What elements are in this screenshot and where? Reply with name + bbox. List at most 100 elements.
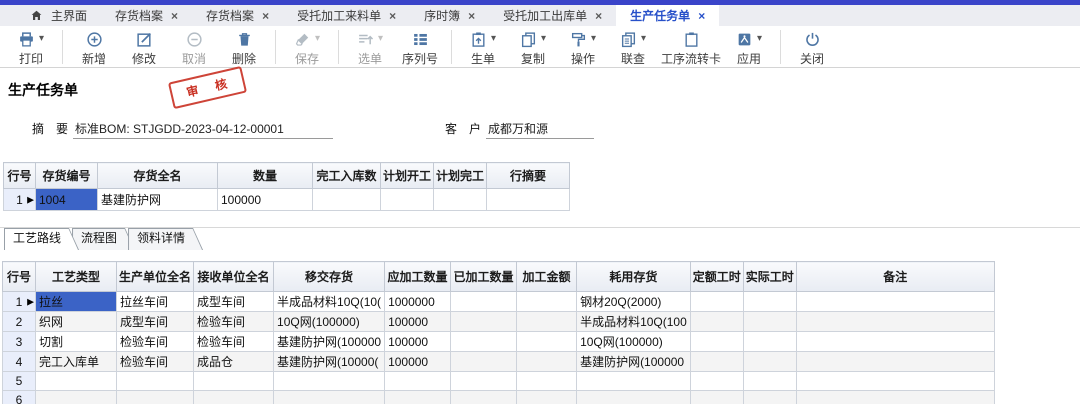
grid-cell[interactable] bbox=[117, 372, 194, 391]
grid-cell[interactable]: 100000 bbox=[385, 352, 451, 372]
toolbar-button-edit[interactable]: 修改 bbox=[119, 27, 169, 67]
toolbar-button-generate-doc[interactable]: ▾生单 bbox=[458, 27, 508, 67]
grid-cell[interactable]: 100000 bbox=[385, 332, 451, 352]
row-number-cell[interactable]: 3 bbox=[3, 332, 36, 352]
grid-cell[interactable]: 钢材20Q(2000) bbox=[577, 292, 691, 312]
caret-down-icon[interactable]: ▾ bbox=[315, 34, 320, 44]
column-header[interactable]: 计划完工 bbox=[434, 163, 487, 189]
grid-cell[interactable]: 检验车间 bbox=[117, 352, 194, 372]
grid-cell[interactable]: 基建防护网(100000 bbox=[577, 352, 691, 372]
grid-cell[interactable] bbox=[690, 292, 743, 312]
grid-cell[interactable]: 切割 bbox=[36, 332, 117, 352]
grid-cell[interactable] bbox=[434, 189, 487, 211]
grid-cell[interactable] bbox=[743, 352, 796, 372]
grid-cell[interactable] bbox=[517, 391, 577, 404]
close-icon[interactable]: × bbox=[171, 10, 178, 22]
grid-cell[interactable] bbox=[690, 312, 743, 332]
column-header[interactable]: 应加工数量 bbox=[385, 262, 451, 292]
grid-cell[interactable]: 成型车间 bbox=[194, 292, 274, 312]
column-header[interactable]: 计划开工 bbox=[381, 163, 434, 189]
app-tab-1[interactable]: 存货档案× bbox=[101, 5, 192, 26]
column-header[interactable]: 存货编号 bbox=[36, 163, 98, 189]
grid-cell[interactable] bbox=[451, 391, 517, 404]
caret-down-icon[interactable]: ▾ bbox=[591, 34, 596, 44]
grid-cell[interactable]: 100000 bbox=[218, 189, 313, 211]
column-header[interactable]: 已加工数量 bbox=[451, 262, 517, 292]
grid-cell[interactable] bbox=[451, 292, 517, 312]
grid-cell[interactable] bbox=[577, 391, 691, 404]
grid-cell[interactable] bbox=[117, 391, 194, 404]
grid-cell[interactable] bbox=[796, 332, 994, 352]
grid-cell[interactable]: 基建防护网(100000 bbox=[274, 332, 385, 352]
grid-cell[interactable] bbox=[487, 189, 570, 211]
grid-cell[interactable] bbox=[743, 312, 796, 332]
grid-cell[interactable]: 10Q网(100000) bbox=[274, 312, 385, 332]
grid-cell[interactable]: 检验车间 bbox=[194, 332, 274, 352]
app-tab-0[interactable]: 主界面 bbox=[16, 5, 101, 26]
grid-cell[interactable] bbox=[517, 312, 577, 332]
close-icon[interactable]: × bbox=[595, 10, 602, 22]
grid-cell[interactable] bbox=[36, 372, 117, 391]
grid-cell[interactable] bbox=[517, 332, 577, 352]
column-header[interactable]: 工艺类型 bbox=[36, 262, 117, 292]
grid-cell[interactable]: 1004 bbox=[36, 189, 98, 211]
row-number-cell[interactable]: 2 bbox=[3, 312, 36, 332]
grid-cell[interactable] bbox=[451, 332, 517, 352]
grid-cell[interactable] bbox=[796, 292, 994, 312]
grid-cell[interactable] bbox=[517, 292, 577, 312]
grid-cell[interactable]: 拉丝车间 bbox=[117, 292, 194, 312]
grid-cell[interactable]: 基建防护网 bbox=[98, 189, 218, 211]
toolbar-button-apply-grid[interactable]: ▾应用 bbox=[724, 27, 774, 67]
caret-down-icon[interactable]: ▾ bbox=[491, 34, 496, 44]
column-header[interactable]: 存货全名 bbox=[98, 163, 218, 189]
grid-cell[interactable] bbox=[517, 372, 577, 391]
grid-cell[interactable] bbox=[743, 292, 796, 312]
detail-tab-1[interactable]: 流程图 bbox=[72, 228, 135, 250]
grid-cell[interactable] bbox=[796, 312, 994, 332]
grid-cell[interactable]: 拉丝 bbox=[36, 292, 117, 312]
grid-cell[interactable]: 半成品材料10Q(10( bbox=[274, 292, 385, 312]
grid-cell[interactable] bbox=[690, 352, 743, 372]
grid-cell[interactable] bbox=[796, 391, 994, 404]
column-header[interactable]: 实际工时 bbox=[743, 262, 796, 292]
toolbar-button-printer[interactable]: ▾打印 bbox=[6, 27, 56, 67]
caret-down-icon[interactable]: ▾ bbox=[541, 34, 546, 44]
app-tab-2[interactable]: 存货档案× bbox=[192, 5, 283, 26]
grid-cell[interactable]: 成型车间 bbox=[117, 312, 194, 332]
row-number-cell[interactable]: 6 bbox=[3, 391, 36, 404]
row-number-cell[interactable]: 1▶ bbox=[4, 189, 36, 211]
toolbar-button-operate[interactable]: ▾操作 bbox=[558, 27, 608, 67]
close-icon[interactable]: × bbox=[698, 10, 705, 22]
grid-cell[interactable] bbox=[451, 312, 517, 332]
grid-cell[interactable] bbox=[577, 372, 691, 391]
toolbar-button-add-circle[interactable]: 新增 bbox=[69, 27, 119, 67]
column-header[interactable]: 生产单位全名 bbox=[117, 262, 194, 292]
toolbar-button-cancel-circle[interactable]: 取消 bbox=[169, 27, 219, 67]
customer-field[interactable]: 成都万和源 bbox=[486, 120, 594, 139]
grid-cell[interactable] bbox=[381, 189, 434, 211]
grid-cell[interactable]: 检验车间 bbox=[117, 332, 194, 352]
toolbar-button-power[interactable]: 关闭 bbox=[787, 27, 837, 67]
close-icon[interactable]: × bbox=[262, 10, 269, 22]
grid-cell[interactable] bbox=[690, 332, 743, 352]
grid-cell[interactable] bbox=[313, 189, 381, 211]
grid-cell[interactable] bbox=[451, 372, 517, 391]
grid-cell[interactable]: 100000 bbox=[385, 312, 451, 332]
grid-cell[interactable] bbox=[194, 372, 274, 391]
column-header[interactable]: 加工金额 bbox=[517, 262, 577, 292]
grid-cell[interactable] bbox=[743, 332, 796, 352]
grid-cell[interactable]: 10Q网(100000) bbox=[577, 332, 691, 352]
column-header[interactable]: 移交存货 bbox=[274, 262, 385, 292]
caret-down-icon[interactable]: ▾ bbox=[641, 34, 646, 44]
grid-cell[interactable] bbox=[796, 372, 994, 391]
grid-cell[interactable] bbox=[743, 372, 796, 391]
toolbar-button-copy[interactable]: ▾复制 bbox=[508, 27, 558, 67]
caret-down-icon[interactable]: ▾ bbox=[378, 34, 383, 44]
grid-cell[interactable] bbox=[385, 372, 451, 391]
grid-cell[interactable] bbox=[743, 391, 796, 404]
row-number-cell[interactable]: 5 bbox=[3, 372, 36, 391]
column-header[interactable]: 数量 bbox=[218, 163, 313, 189]
detail-tab-2[interactable]: 领料详情 bbox=[128, 228, 203, 250]
toolbar-button-pick-list[interactable]: ▾选单 bbox=[345, 27, 395, 67]
app-tab-6[interactable]: 生产任务单× bbox=[616, 5, 719, 26]
